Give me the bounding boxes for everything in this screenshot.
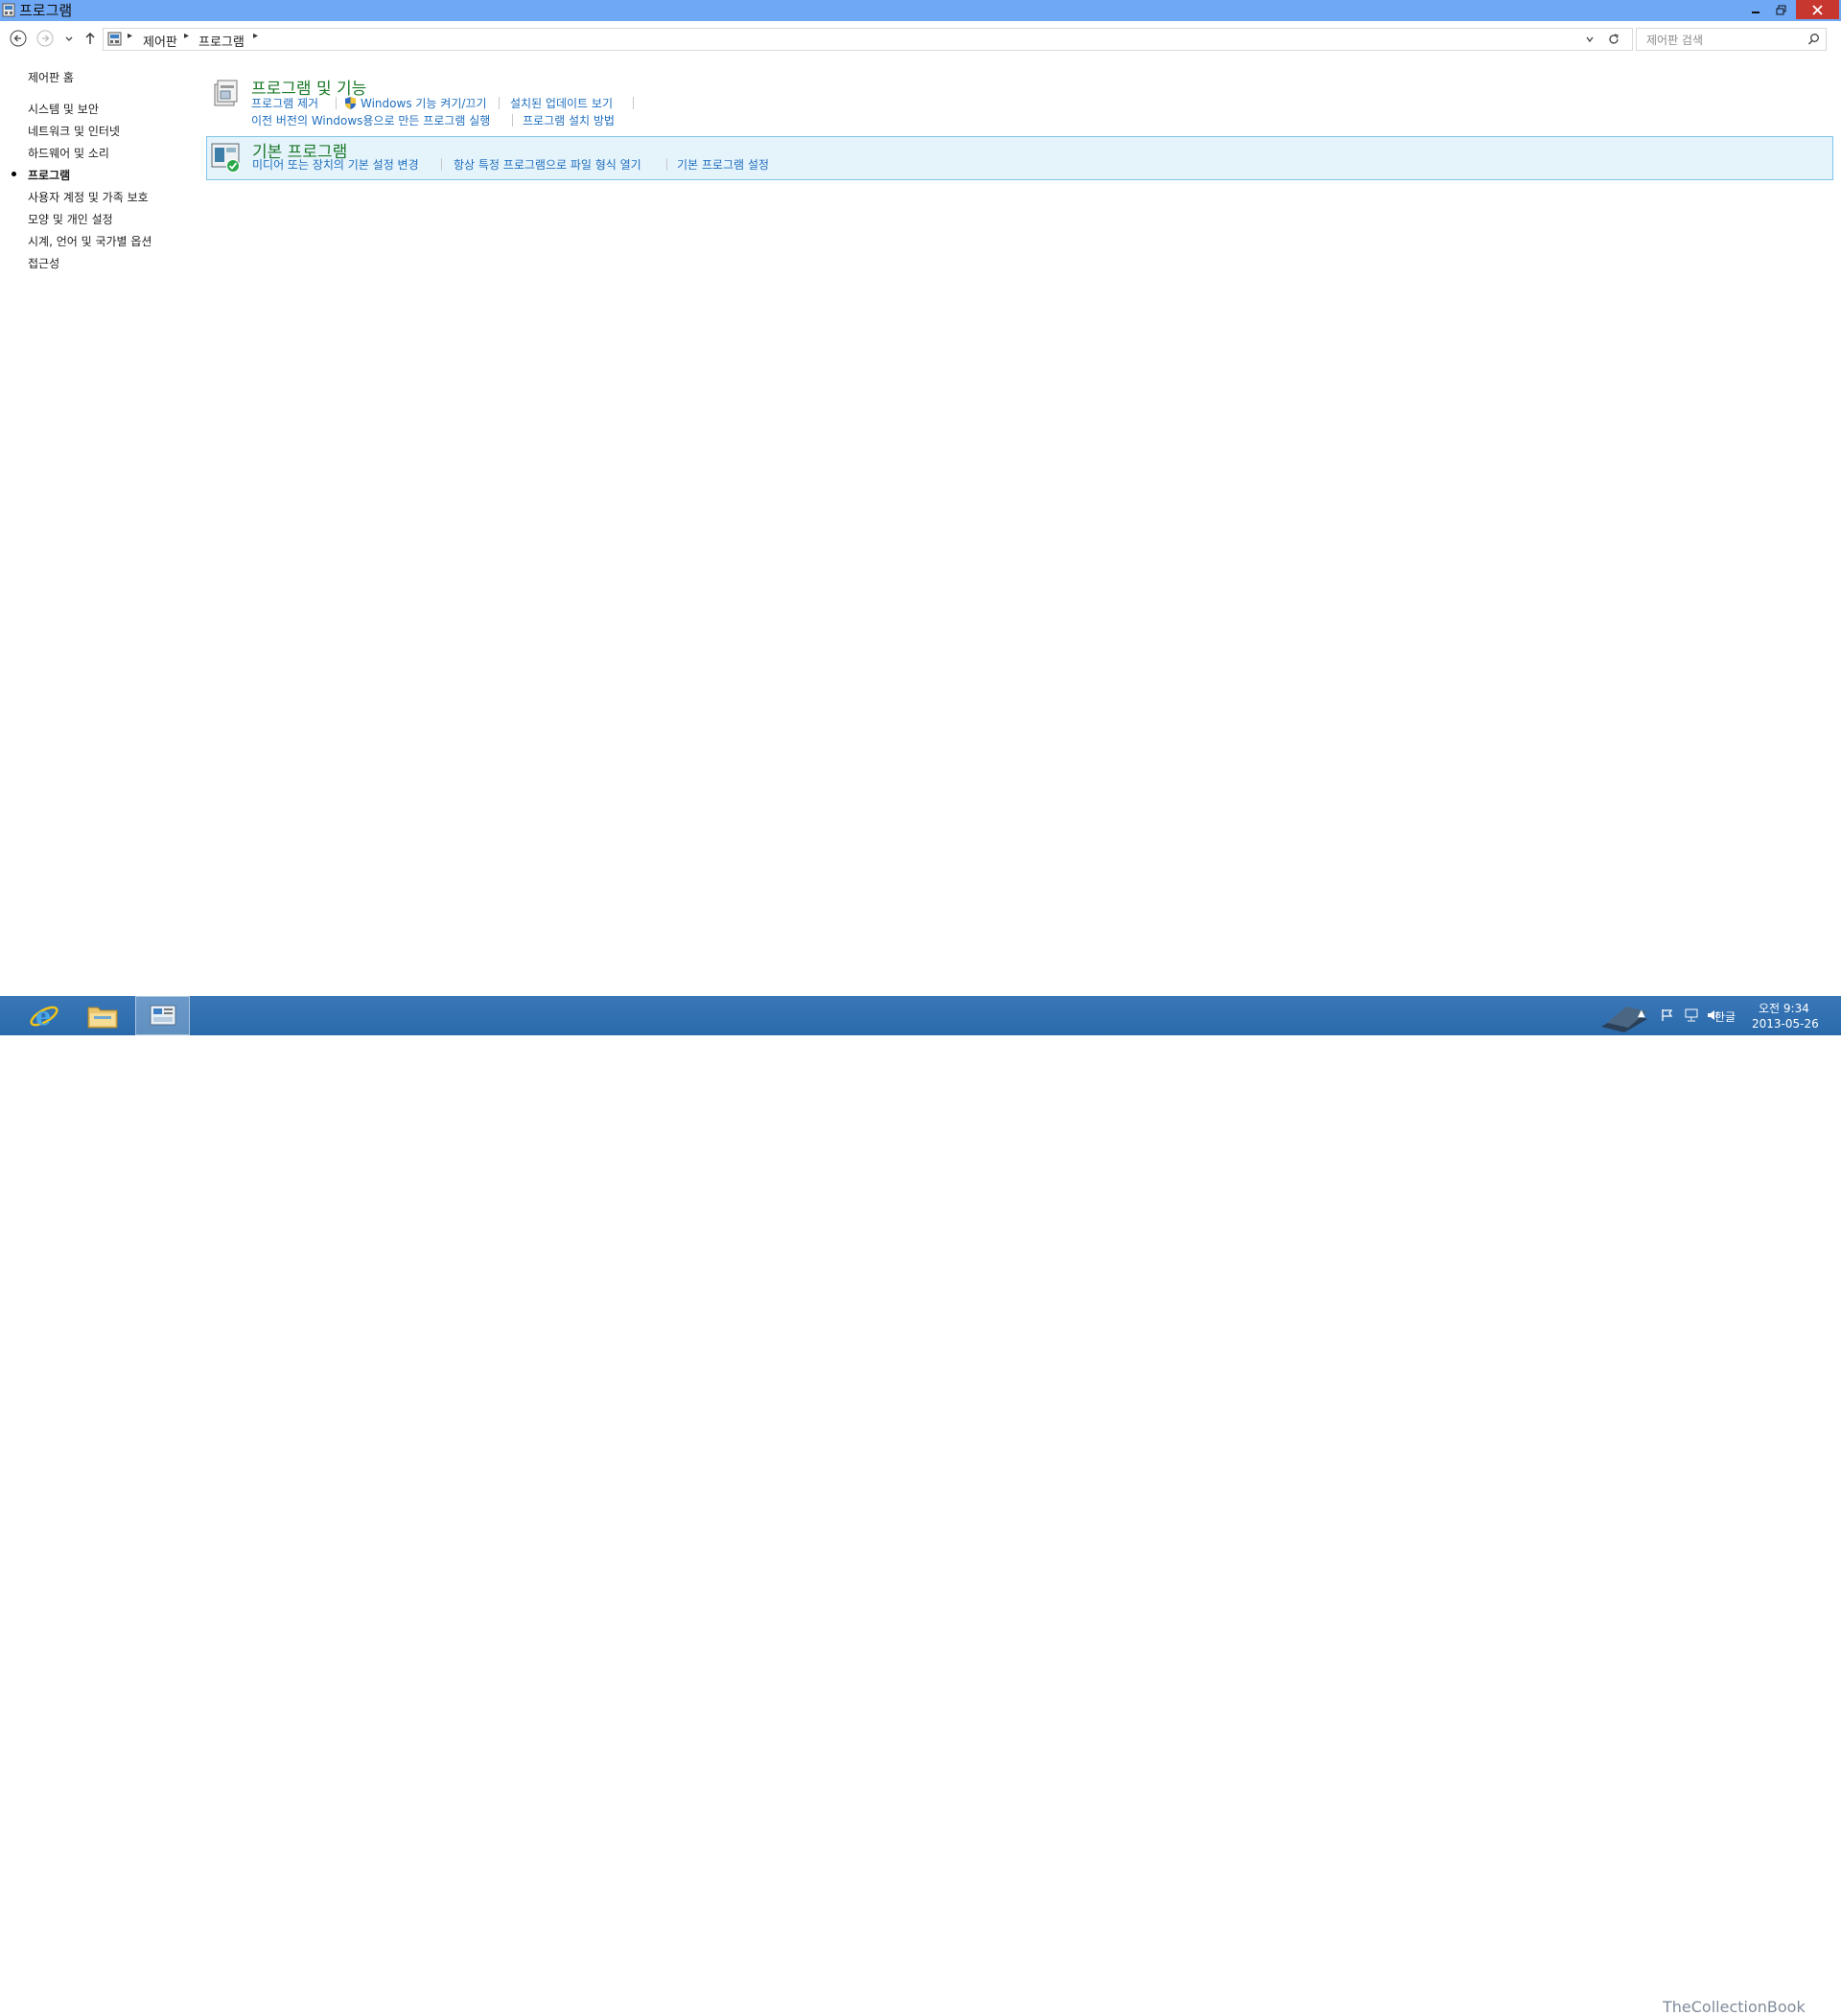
svg-text:e: e [35,1003,52,1031]
refresh-icon[interactable] [1607,33,1620,46]
taskbar-file-explorer[interactable] [75,996,129,1035]
sidebar-item-label: 프로그램 [28,169,71,182]
breadcrumb-control-panel[interactable]: 제어판 [143,32,177,50]
sidebar-item-programs[interactable]: 프로그램 [12,167,71,183]
ime-indicator[interactable]: 한글 [1714,1008,1736,1025]
search-box[interactable] [1636,28,1827,51]
separator [499,97,500,109]
taskbar: e TheCollectionBook ▲ 한글 오전 9:34 2013-05… [0,996,1841,2016]
change-media-defaults-link[interactable]: 미디어 또는 장치의 기본 설정 변경 [252,156,419,173]
back-button[interactable] [9,29,28,48]
up-button[interactable] [81,29,100,48]
separator [633,97,634,109]
separator [336,97,337,109]
internet-explorer-icon: e [29,1003,58,1031]
breadcrumb-separator-icon: ▸ [253,31,259,41]
chevron-down-icon [65,36,73,41]
file-type-association-link[interactable]: 항상 특정 프로그램으로 파일 형식 열기 [454,156,641,173]
title-bar: 프로그램 [0,0,1841,21]
file-explorer-icon [87,1007,117,1028]
separator [512,114,513,127]
forward-button[interactable] [35,29,55,48]
view-installed-updates-link[interactable]: 설치된 업데이트 보기 [510,95,613,111]
sidebar-item-user-accounts[interactable]: 사용자 계정 및 가족 보호 [28,189,149,205]
show-hidden-icons-button[interactable]: ▲ [1638,1008,1645,1019]
how-to-install-link[interactable]: 프로그램 설치 방법 [523,112,615,128]
breadcrumb-separator-icon: ▸ [184,31,190,41]
taskbar-internet-explorer[interactable]: e [16,996,71,1035]
restore-icon [1776,5,1785,14]
clock-time[interactable]: 오전 9:34 [1759,1000,1809,1016]
sidebar-item-appearance[interactable]: 모양 및 개인 설정 [28,211,113,227]
separator [666,158,667,171]
shield-icon [345,97,356,109]
taskbar-control-panel[interactable] [135,996,190,1035]
sidebar-item-accessibility[interactable]: 접근성 [28,255,59,271]
category-default-programs: 기본 프로그램 미디어 또는 장치의 기본 설정 변경 항상 특정 프로그램으로… [206,136,1833,180]
close-button[interactable] [1796,0,1839,19]
sidebar-item-clock-language[interactable]: 시계, 언어 및 국가별 옵션 [28,233,151,249]
search-input[interactable] [1644,31,1802,49]
current-item-bullet-icon [12,172,16,176]
default-programs-icon[interactable] [209,140,244,174]
flag-icon[interactable] [1660,1008,1675,1022]
forward-arrow-icon [36,30,54,47]
recent-locations-button[interactable] [60,29,78,48]
network-icon[interactable] [1684,1008,1699,1022]
sidebar-item-system-security[interactable]: 시스템 및 보안 [28,101,99,117]
programs-features-icon[interactable] [209,75,244,109]
control-panel-icon [150,1005,175,1025]
windows-features-link[interactable]: Windows 기능 켜기/끄기 [361,95,486,111]
sidebar-item-network-internet[interactable]: 네트워크 및 인터넷 [28,123,120,139]
sidebar-item-home[interactable]: 제어판 홈 [28,69,74,85]
navigation-bar: ▸ 제어판 ▸ 프로그램 ▸ [0,25,1841,52]
up-arrow-icon [85,33,95,44]
clock-date[interactable]: 2013-05-26 [1752,1017,1819,1031]
watermark: TheCollectionBook [1663,1998,1806,2016]
category-programs-features: 프로그램 및 기능 프로그램 제거 Windows 기능 켜기/끄기 설치된 업… [205,75,1830,130]
set-default-programs-link[interactable]: 기본 프로그램 설정 [677,156,769,173]
search-icon[interactable] [1807,33,1820,45]
control-panel-icon [2,3,15,17]
restore-button[interactable] [1764,0,1797,19]
run-older-programs-link[interactable]: 이전 버전의 Windows용으로 만든 프로그램 실행 [251,112,490,128]
window-title: 프로그램 [19,2,73,19]
chevron-down-icon[interactable] [1585,35,1595,44]
breadcrumb-separator-icon: ▸ [128,31,133,41]
control-panel-icon [107,32,122,46]
uninstall-program-link[interactable]: 프로그램 제거 [251,95,318,111]
separator [441,158,442,171]
close-icon [1812,4,1823,15]
address-bar[interactable]: ▸ 제어판 ▸ 프로그램 ▸ [103,28,1633,51]
breadcrumb-programs[interactable]: 프로그램 [198,32,245,50]
back-arrow-icon [10,30,27,47]
sidebar-item-hardware-sound[interactable]: 하드웨어 및 소리 [28,145,109,161]
minimize-icon [1752,12,1759,13]
